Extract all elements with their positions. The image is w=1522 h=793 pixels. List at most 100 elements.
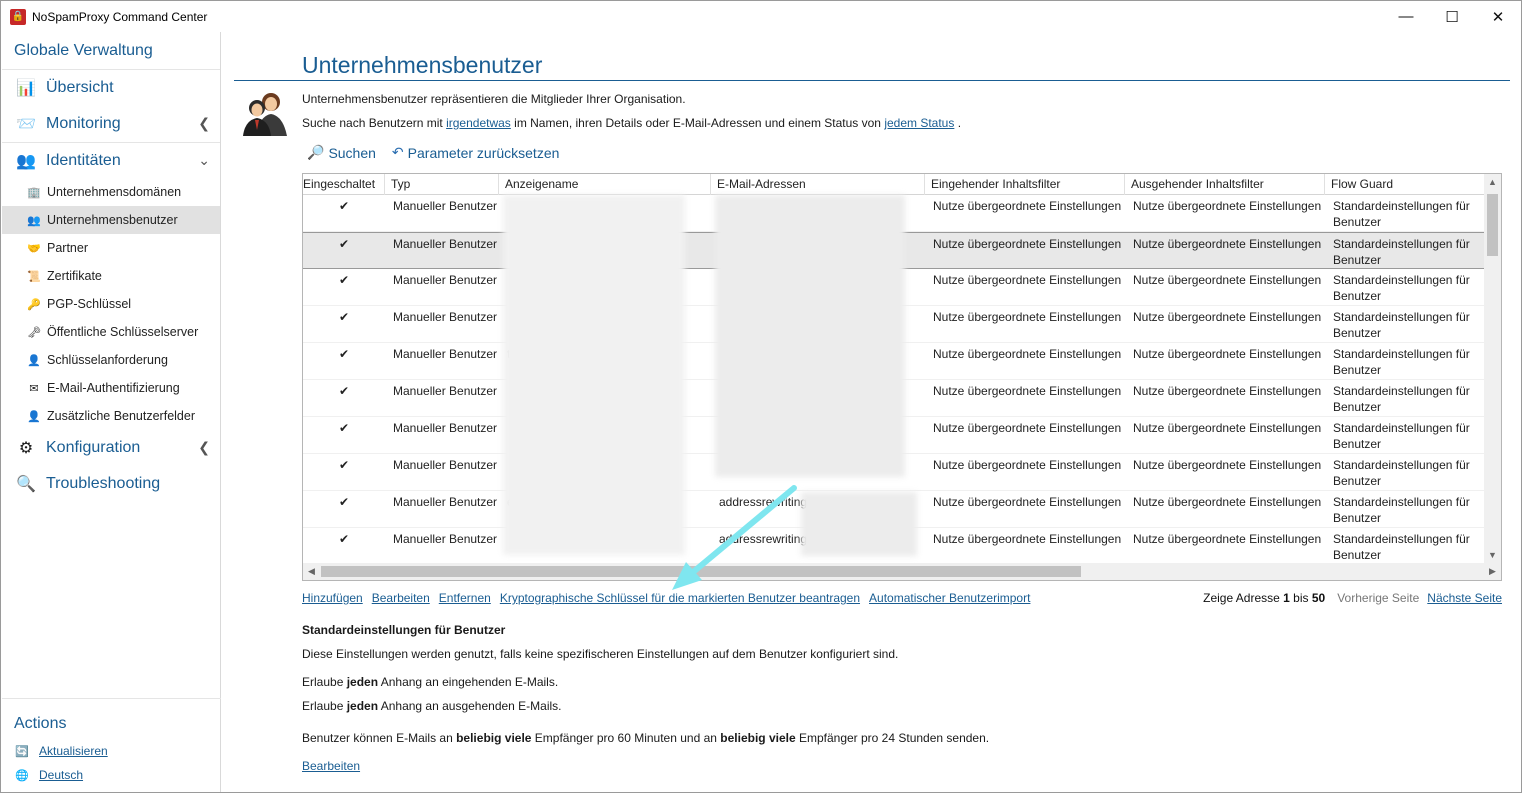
user-fields-icon: 👤 xyxy=(27,410,41,423)
filter-anything-link[interactable]: irgendetwas xyxy=(446,116,511,130)
users-icon: 👥 xyxy=(27,214,41,227)
text: Erlaube xyxy=(302,675,347,689)
cell-enabled-check-icon: ✔ xyxy=(338,495,350,509)
action-label[interactable]: Deutsch xyxy=(39,768,83,782)
key-server-icon: 🗝 xyxy=(27,326,41,339)
cell-type: Manueller Benutzer xyxy=(393,237,498,251)
sidebar-item-label: Unternehmensbenutzer xyxy=(47,213,178,227)
sidebar-subitem-schluesselanforderung[interactable]: 👤 Schlüsselanforderung xyxy=(2,346,220,374)
monitoring-icon: 📨 xyxy=(16,116,36,133)
horizontal-scrollbar[interactable]: ◀ ▶ xyxy=(303,563,1501,580)
sidebar-item-uebersicht[interactable]: 📊 Übersicht xyxy=(2,70,220,106)
refresh-icon: 🔄 xyxy=(15,745,29,758)
column-header-display-name[interactable]: Anzeigename xyxy=(499,174,711,195)
minimize-button[interactable]: — xyxy=(1383,1,1429,32)
actions-panel: Actions 🔄 Aktualisieren 🌐 Deutsch xyxy=(2,698,221,787)
sidebar-item-label: Partner xyxy=(47,241,88,255)
gear-icon: ⚙ xyxy=(18,440,34,457)
scroll-down-icon[interactable]: ▼ xyxy=(1484,547,1501,564)
vertical-scrollbar[interactable]: ▲ ▼ xyxy=(1484,174,1501,564)
sidebar-subitem-pgp-schluessel[interactable]: 🔑 PGP-Schlüssel xyxy=(2,290,220,318)
column-header-flow-guard[interactable]: Flow Guard xyxy=(1325,174,1485,195)
edit-defaults-link[interactable]: Bearbeiten xyxy=(302,759,360,773)
chevron-left-icon[interactable]: ❮ xyxy=(198,115,210,132)
main-content: Unternehmensbenutzer Unternehmensbenutze… xyxy=(234,32,1510,792)
cell-inbound-filter: Nutze übergeordnete Einstellungen xyxy=(933,199,1122,213)
window-controls: — ☐ ✕ xyxy=(1383,1,1521,32)
cell-enabled-check-icon: ✔ xyxy=(338,237,350,251)
action-aktualisieren[interactable]: 🔄 Aktualisieren xyxy=(2,739,221,763)
sidebar-subitem-unternehmensdomaenen[interactable]: 🏢 Unternehmensdomänen xyxy=(2,178,220,206)
column-header-email[interactable]: E-Mail-Adressen xyxy=(711,174,925,195)
sidebar-item-monitoring[interactable]: 📨 Monitoring ❮ xyxy=(2,106,220,142)
search-button[interactable]: 🔎 Suchen xyxy=(307,144,376,161)
scroll-left-icon[interactable]: ◀ xyxy=(303,563,320,580)
cell-flow-guard: Standardeinstellungen für Benutzer xyxy=(1333,347,1470,377)
remove-user-link[interactable]: Entfernen xyxy=(439,591,491,605)
filter-status-link[interactable]: jedem Status xyxy=(884,116,954,130)
users-icon: 👥 xyxy=(16,152,36,170)
cell-flow-guard: Standardeinstellungen für Benutzer xyxy=(1333,384,1470,414)
cell-type: Manueller Benutzer xyxy=(393,384,498,398)
sidebar-subitem-email-authentifizierung[interactable]: ✉ E-Mail-Authentifizierung xyxy=(2,374,220,402)
sidebar-item-konfiguration[interactable]: ⚙ Konfiguration ❮ xyxy=(2,430,220,466)
cell-inbound-filter: Nutze übergeordnete Einstellungen xyxy=(933,310,1122,324)
sidebar-subitem-zusaetzliche-benutzerfelder[interactable]: 👤 Zusätzliche Benutzerfelder xyxy=(2,402,220,430)
vertical-scroll-thumb[interactable] xyxy=(1487,194,1498,256)
cell-enabled-check-icon: ✔ xyxy=(338,310,350,324)
sidebar-item-label: Konfiguration xyxy=(46,439,141,456)
sidebar-subitem-zertifikate[interactable]: 📜 Zertifikate xyxy=(2,262,220,290)
certificate-icon: 📜 xyxy=(27,270,41,283)
column-header-inbound-filter[interactable]: Eingehender Inhaltsfilter xyxy=(925,174,1125,195)
maximize-button[interactable]: ☐ xyxy=(1429,1,1475,32)
chevron-left-icon[interactable]: ❮ xyxy=(198,439,210,456)
sidebar-item-label: Übersicht xyxy=(46,79,114,96)
cell-inbound-filter: Nutze übergeordnete Einstellungen xyxy=(933,273,1122,287)
cell-enabled-check-icon: ✔ xyxy=(338,384,350,398)
cell-type: Manueller Benutzer xyxy=(393,347,498,361)
annotation-arrow-icon xyxy=(672,485,797,590)
edit-user-link[interactable]: Bearbeiten xyxy=(372,591,430,605)
cell-enabled-check-icon: ✔ xyxy=(338,458,350,472)
defaults-outbound-attachments: Erlaube jeden Anhang an ausgehenden E-Ma… xyxy=(302,699,562,713)
globe-icon: 🌐 xyxy=(15,769,29,782)
text-bold: jeden xyxy=(346,675,379,689)
action-deutsch[interactable]: 🌐 Deutsch xyxy=(2,763,221,787)
auto-user-import-link[interactable]: Automatischer Benutzerimport xyxy=(869,591,1030,605)
cell-flow-guard: Standardeinstellungen für Benutzer xyxy=(1333,273,1470,303)
scroll-right-icon[interactable]: ▶ xyxy=(1484,563,1501,580)
sidebar-item-identitaeten[interactable]: 👥 Identitäten ⌄ xyxy=(2,142,220,178)
users-table: Eingeschaltet Typ Anzeigename E-Mail-Adr… xyxy=(302,173,1502,581)
desc-text: Suche nach Benutzern mit xyxy=(302,116,447,130)
previous-page-link[interactable]: Vorherige Seite xyxy=(1337,591,1419,605)
close-button[interactable]: ✕ xyxy=(1475,1,1521,32)
cell-flow-guard: Standardeinstellungen für Benutzer xyxy=(1333,532,1470,562)
column-header-enabled[interactable]: Eingeschaltet xyxy=(303,174,385,195)
request-keys-link[interactable]: Kryptographische Schlüssel für die marki… xyxy=(500,591,860,605)
cell-inbound-filter: Nutze übergeordnete Einstellungen xyxy=(933,384,1122,398)
action-label[interactable]: Aktualisieren xyxy=(39,744,108,758)
column-header-type[interactable]: Typ xyxy=(385,174,499,195)
cell-outbound-filter: Nutze übergeordnete Einstellungen xyxy=(1133,458,1322,472)
sidebar-subitem-unternehmensbenutzer[interactable]: 👥 Unternehmensbenutzer xyxy=(2,206,220,234)
magnifier-icon: 🔍 xyxy=(16,476,36,493)
text-bold: jeden xyxy=(346,699,379,713)
sidebar-item-troubleshooting[interactable]: 🔍 Troubleshooting xyxy=(2,466,220,502)
add-user-link[interactable]: Hinzufügen xyxy=(302,591,363,605)
chevron-down-icon[interactable]: ⌄ xyxy=(198,152,210,169)
sidebar-subitem-schluesselserver[interactable]: 🗝 Öffentliche Schlüsselserver xyxy=(2,318,220,346)
scroll-up-icon[interactable]: ▲ xyxy=(1484,174,1501,191)
sidebar-item-label: Unternehmensdomänen xyxy=(47,185,182,199)
defaults-title: Standardeinstellungen für Benutzer xyxy=(302,623,506,637)
text-bold: beliebig viele xyxy=(456,731,532,745)
sidebar-header[interactable]: Globale Verwaltung xyxy=(2,32,220,70)
title-bar: 🔒 NoSpamProxy Command Center — ☐ ✕ xyxy=(1,1,1521,32)
sidebar-subitem-partner[interactable]: 🤝 Partner xyxy=(2,234,220,262)
text: Anhang an ausgehenden E-Mails. xyxy=(378,699,562,713)
sidebar-item-label: Troubleshooting xyxy=(46,475,161,492)
bar-chart-icon: 📊 xyxy=(16,80,36,97)
column-header-outbound-filter[interactable]: Ausgehender Inhaltsfilter xyxy=(1125,174,1325,195)
next-page-link[interactable]: Nächste Seite xyxy=(1427,591,1502,605)
sidebar-item-label: Öffentliche Schlüsselserver xyxy=(47,325,199,339)
reset-parameters-button[interactable]: ↶ Parameter zurücksetzen xyxy=(392,144,559,161)
